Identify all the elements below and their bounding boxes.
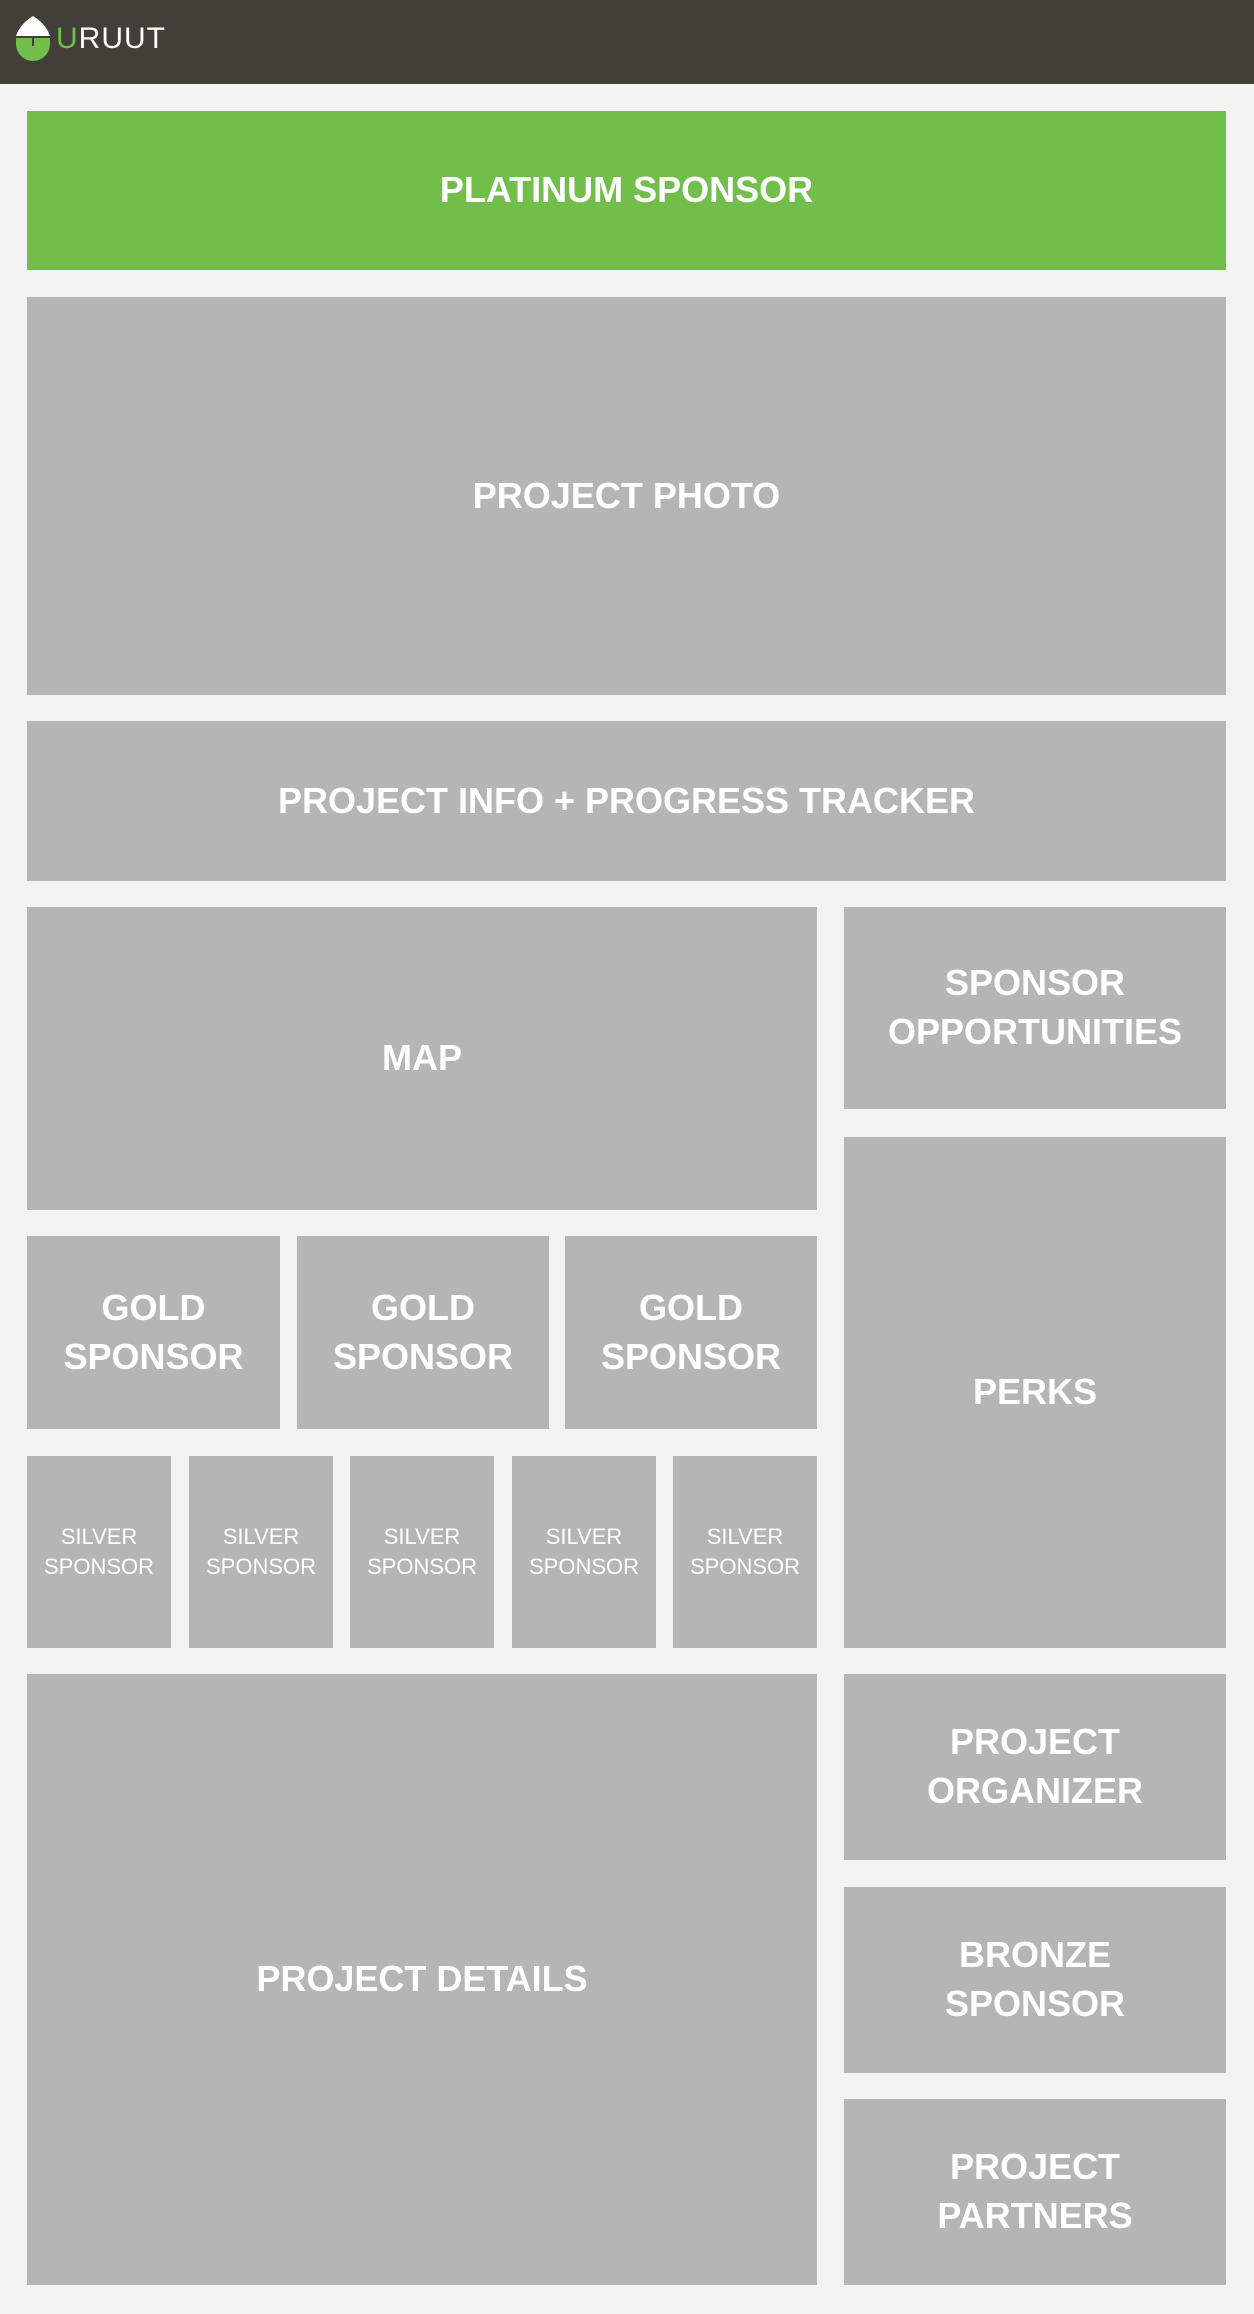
perks-block[interactable]: PERKS <box>844 1137 1226 1648</box>
project-organizer-block[interactable]: PROJECT ORGANIZER <box>844 1674 1226 1860</box>
silver-sponsor-block[interactable]: SILVER SPONSOR <box>512 1456 656 1648</box>
sponsor-opportunities-block[interactable]: SPONSOR OPPORTUNITIES <box>844 907 1226 1109</box>
gold-sponsor-block[interactable]: GOLD SPONSOR <box>565 1236 817 1429</box>
brand-rest: RUUT <box>78 22 166 55</box>
brand-first-letter: U <box>56 22 79 55</box>
gold-sponsor-block[interactable]: GOLD SPONSOR <box>27 1236 280 1429</box>
uruut-logo-icon[interactable] <box>14 14 52 64</box>
silver-sponsor-block[interactable]: SILVER SPONSOR <box>350 1456 494 1648</box>
silver-sponsor-block[interactable]: SILVER SPONSOR <box>673 1456 817 1648</box>
platinum-sponsor-block[interactable]: PLATINUM SPONSOR <box>27 111 1226 270</box>
gold-sponsor-block[interactable]: GOLD SPONSOR <box>297 1236 549 1429</box>
project-partners-block[interactable]: PROJECT PARTNERS <box>844 2099 1226 2285</box>
header-bar: URUUT <box>0 0 1254 84</box>
bronze-sponsor-block[interactable]: BRONZE SPONSOR <box>844 1887 1226 2073</box>
silver-sponsor-block[interactable]: SILVER SPONSOR <box>189 1456 333 1648</box>
project-details-block[interactable]: PROJECT DETAILS <box>27 1674 817 2285</box>
brand-name[interactable]: URUUT <box>56 22 166 56</box>
project-photo-block[interactable]: PROJECT PHOTO <box>27 297 1226 695</box>
project-info-block[interactable]: PROJECT INFO + PROGRESS TRACKER <box>27 721 1226 881</box>
map-block[interactable]: MAP <box>27 907 817 1210</box>
silver-sponsor-block[interactable]: SILVER SPONSOR <box>27 1456 171 1648</box>
